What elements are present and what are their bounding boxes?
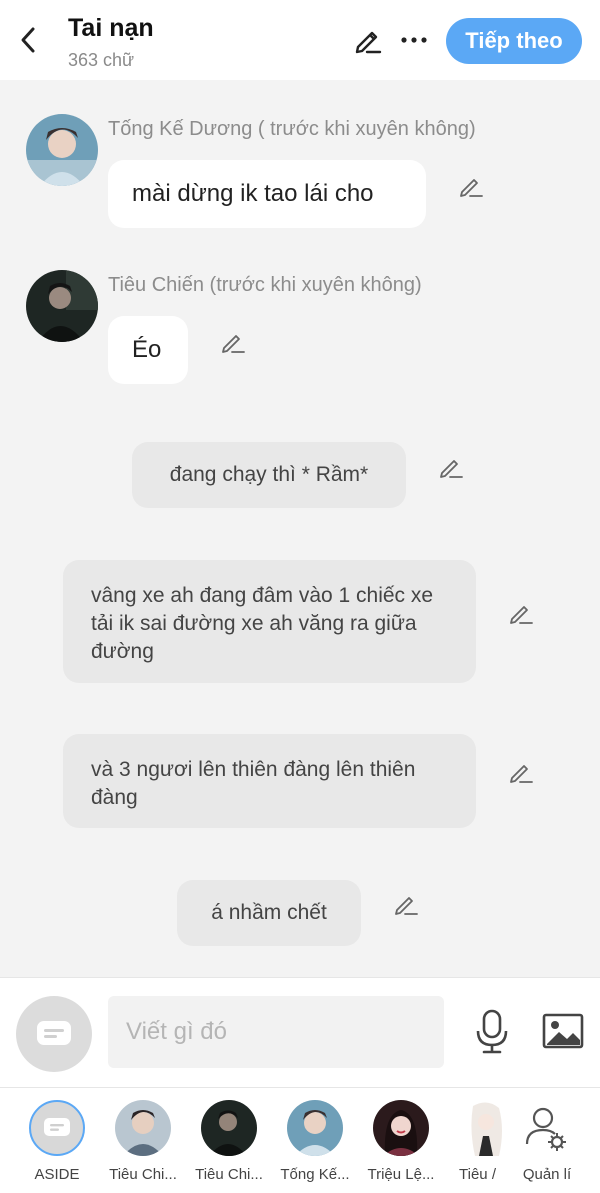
microphone-icon: [476, 1009, 508, 1054]
insert-image-button[interactable]: [540, 1010, 586, 1052]
image-icon: [542, 1013, 584, 1049]
chevron-left-icon: [21, 27, 35, 53]
pencil-icon: [395, 897, 418, 915]
more-horizontal-icon: [401, 37, 427, 43]
avatar-tieu-chien[interactable]: [26, 270, 98, 342]
character-label: Tống Kế...: [280, 1166, 350, 1183]
aside-bubble[interactable]: và 3 ngươi lên thiên đàng lên thiên đàng: [63, 734, 476, 828]
edit-message-button[interactable]: [219, 328, 247, 356]
character-label: Tiêu /: [459, 1166, 496, 1183]
message-bubble-icon: [37, 1021, 71, 1045]
pencil-icon: [510, 765, 533, 783]
sender-name: Tiêu Chiến (trước khi xuyên không): [108, 274, 422, 296]
more-options-button[interactable]: [398, 24, 430, 56]
character-selector: ASIDE Tiêu Chi... Tiêu Chi... Tống Kế...…: [0, 1087, 600, 1193]
aside-toggle-button[interactable]: [16, 996, 92, 1072]
edit-message-button[interactable]: [457, 172, 485, 200]
character-label: ASIDE: [34, 1166, 80, 1183]
next-button[interactable]: Tiếp theo: [446, 18, 582, 64]
avatar: [459, 1100, 502, 1156]
message-bubble[interactable]: mài dừng ik tao lái cho: [108, 160, 426, 228]
user-settings-icon: [519, 1100, 575, 1156]
character-aside[interactable]: ASIDE: [16, 1100, 98, 1190]
character-trieu-le[interactable]: Triệu Lệ...: [360, 1100, 442, 1190]
message-input[interactable]: [108, 996, 444, 1068]
avatar: [287, 1100, 343, 1156]
avatar: [201, 1100, 257, 1156]
pencil-icon: [460, 179, 483, 197]
sender-name: Tống Kế Dương ( trước khi xuyên không): [108, 118, 476, 140]
pencil-icon: [510, 606, 533, 624]
aside-bubble[interactable]: đang chạy thì * Rầm*: [132, 442, 406, 508]
character-tieu-chien-2[interactable]: Tiêu Chi...: [188, 1100, 270, 1190]
avatar: [115, 1100, 171, 1156]
word-count: 363 chữ: [68, 50, 135, 70]
aside-avatar: [29, 1100, 85, 1156]
aside-bubble[interactable]: á nhầm chết: [177, 880, 361, 946]
avatar: [373, 1100, 429, 1156]
edit-message-button[interactable]: [437, 453, 465, 481]
microphone-button[interactable]: [470, 1008, 514, 1056]
top-bar: Tai nạn 363 chữ Tiếp theo: [0, 0, 600, 80]
manage-characters-button[interactable]: Quản lí: [506, 1100, 588, 1190]
avatar-tong-ke-duong[interactable]: [26, 114, 98, 186]
pencil-icon: [440, 460, 463, 478]
pencil-icon: [222, 335, 245, 353]
character-tong-ke-duong[interactable]: Tống Kế...: [274, 1100, 356, 1190]
aside-bubble[interactable]: vâng xe ah đang đâm vào 1 chiếc xe tải i…: [63, 560, 476, 683]
message-bubble-icon: [44, 1118, 70, 1136]
message-bubble[interactable]: Éo: [108, 316, 188, 384]
character-tieu[interactable]: Tiêu /: [446, 1100, 502, 1190]
character-label: Triệu Lệ...: [367, 1166, 435, 1183]
character-label: Tiêu Chi...: [195, 1166, 263, 1183]
edit-title-button[interactable]: [352, 24, 384, 56]
character-label: Quản lí: [522, 1166, 572, 1183]
edit-message-button[interactable]: [392, 890, 420, 918]
pencil-icon: [355, 31, 382, 54]
character-tieu-chien-1[interactable]: Tiêu Chi...: [102, 1100, 184, 1190]
page-title: Tai nạn: [68, 14, 154, 42]
back-button[interactable]: [14, 24, 42, 56]
edit-message-button[interactable]: [507, 758, 535, 786]
character-label: Tiêu Chi...: [109, 1166, 177, 1183]
composer-bar: [0, 977, 600, 1087]
edit-message-button[interactable]: [507, 599, 535, 627]
